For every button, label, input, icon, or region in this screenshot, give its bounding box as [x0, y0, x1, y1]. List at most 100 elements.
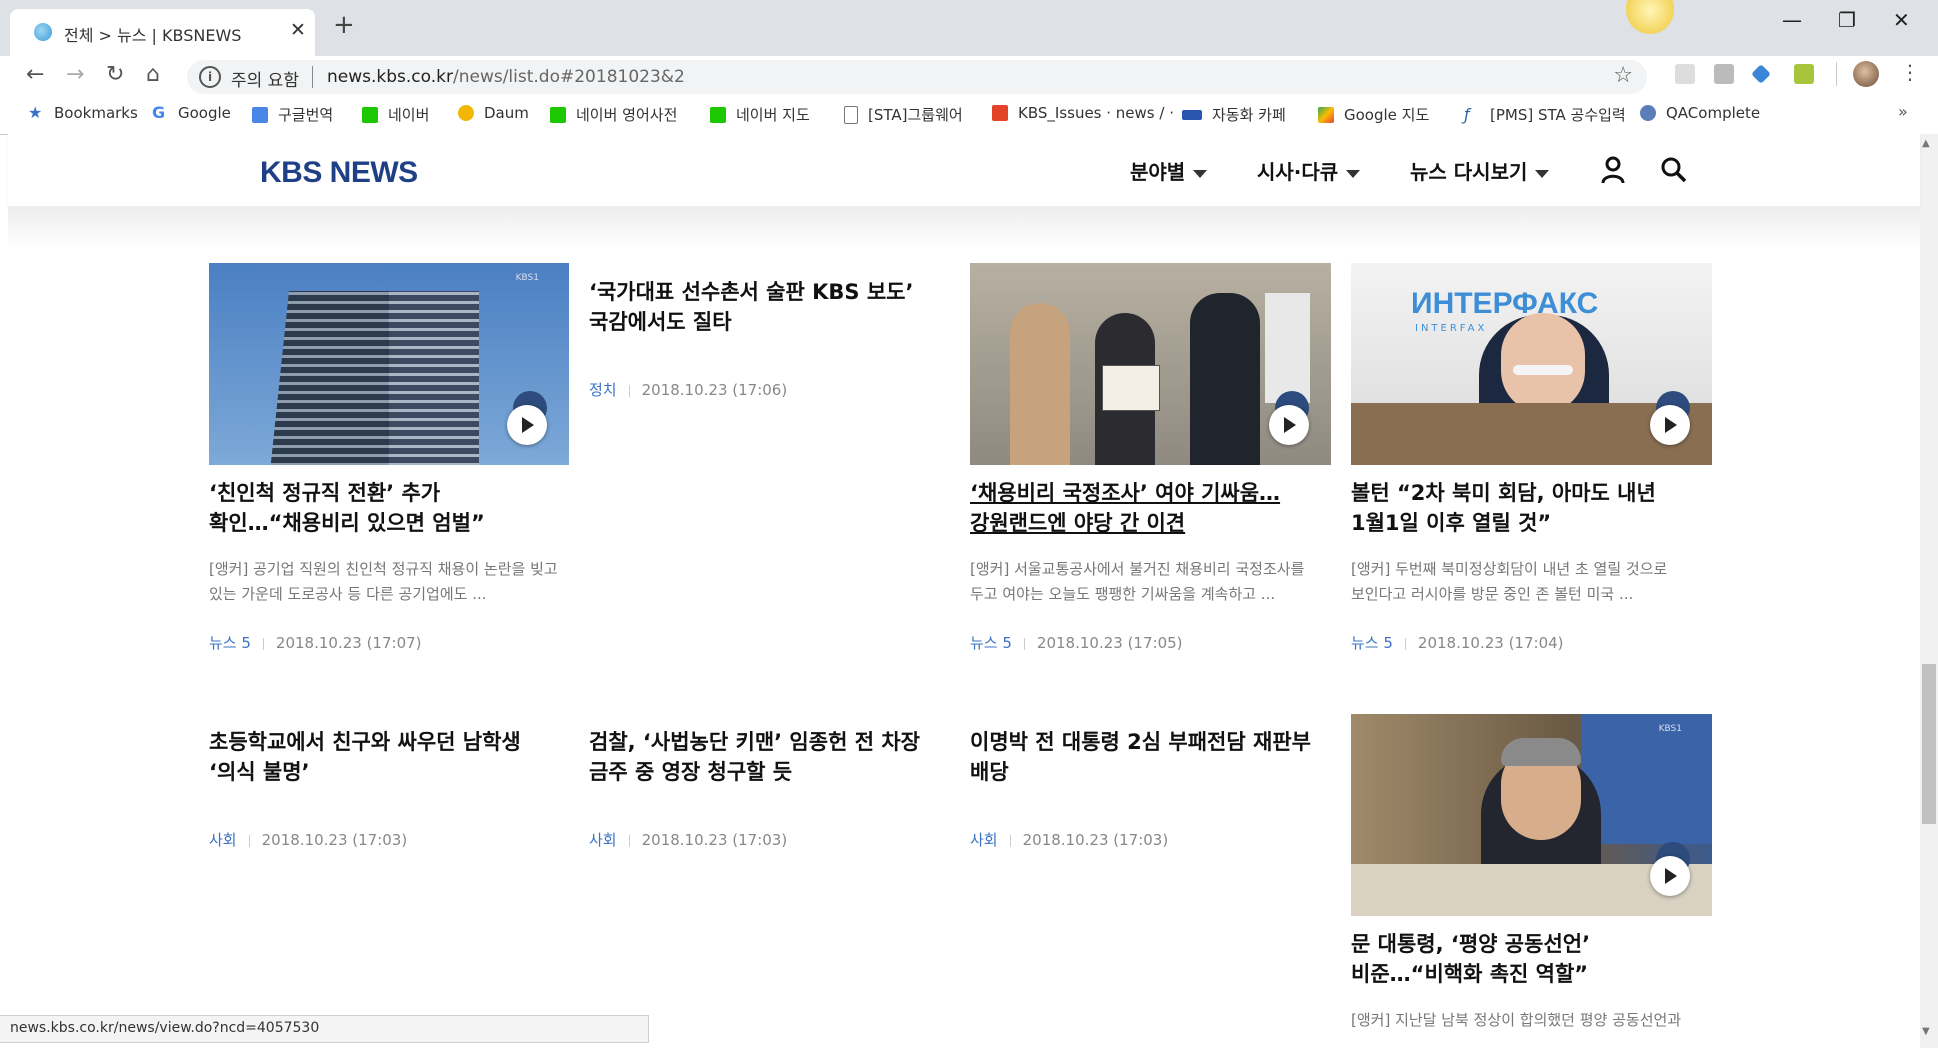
play-icon[interactable] — [1269, 405, 1309, 445]
article-headline[interactable]: ‘친인척 정규직 전환’ 추가 확인…“채용비리 있으면 엄벌” — [209, 478, 569, 538]
article-category[interactable]: 정치 — [589, 381, 617, 399]
address-separator — [312, 66, 313, 88]
gitlab-icon — [992, 105, 1008, 121]
article-category[interactable]: 사회 — [209, 831, 237, 849]
scrollbar-thumb[interactable] — [1922, 664, 1936, 824]
bookmark-item[interactable]: 구글번역 — [252, 104, 333, 125]
menu-dots-icon[interactable]: ⋮ — [1900, 60, 1920, 84]
new-tab-button[interactable]: + — [333, 10, 355, 40]
meta-divider — [628, 834, 630, 847]
bookmark-label: 자동화 카페 — [1212, 106, 1286, 124]
more-bookmarks-icon[interactable]: » — [1898, 102, 1908, 121]
restore-button[interactable]: ❐ — [1838, 8, 1856, 32]
article-headline[interactable]: ‘국가대표 선수촌서 술판 KBS 보도’ 국감에서도 질타 — [589, 277, 949, 337]
menu-current-affairs[interactable]: 시사·다큐 — [1257, 156, 1361, 185]
extension-mail-icon[interactable] — [1675, 64, 1695, 84]
scroll-up-icon[interactable]: ▲ — [1922, 138, 1930, 149]
address-bar[interactable]: i 주의 요함 news.kbs.co.kr/news/list.do#2018… — [187, 60, 1647, 94]
extension-ex-icon[interactable] — [1714, 64, 1734, 84]
bookmark-label: Daum — [484, 104, 529, 122]
article-headline[interactable]: 초등학교에서 친구와 싸우던 남학생 ‘의식 불명’ — [209, 727, 569, 787]
minimize-button[interactable]: — — [1782, 8, 1802, 32]
scroll-down-icon[interactable]: ▼ — [1922, 1026, 1930, 1037]
article-thumbnail[interactable]: ИНТЕРФАКС INTERFAX — [1351, 263, 1712, 465]
extension-green-icon[interactable] — [1794, 64, 1814, 84]
headline-line: ‘친인척 정규직 전환’ 추가 — [209, 481, 441, 505]
bookmark-item[interactable]: 자동화 카페 — [1182, 104, 1286, 125]
article-thumbnail[interactable]: KBS1 — [209, 263, 569, 465]
article-summary[interactable]: [앵커] 공기업 직원의 친인척 정규직 채용이 논란을 빚고 있는 가운데 도로… — [209, 557, 574, 607]
browser-tab[interactable]: 전체 > 뉴스 | KBSNEWS ✕ — [10, 9, 315, 56]
bookmark-item[interactable]: Daum — [458, 104, 529, 122]
bookmark-label: [STA]그룹웨어 — [868, 106, 963, 124]
article-category[interactable]: 사회 — [970, 831, 998, 849]
headline-line: 강원랜드엔 야당 간 이견 — [970, 511, 1186, 535]
bookmark-item[interactable]: ★ Bookmarks — [28, 104, 138, 122]
page-scrollbar[interactable] — [1920, 134, 1938, 1048]
summary-line: [앵커] 지난달 남북 정상이 합의했던 평양 공동선언과 — [1351, 1011, 1682, 1029]
close-window-button[interactable]: ✕ — [1893, 8, 1910, 32]
article-meta: 사회 2018.10.23 (17:03) — [970, 829, 1168, 850]
bookmark-item[interactable]: 네이버 영어사전 — [550, 104, 677, 125]
dictionary-icon — [550, 106, 566, 123]
bookmark-item[interactable]: KBS_Issues · news / · — [992, 104, 1174, 122]
reload-icon[interactable]: ↻ — [106, 62, 124, 87]
article-date: 2018.10.23 (17:03) — [261, 831, 408, 849]
headline-line: ‘의식 불명’ — [209, 760, 310, 784]
bookmark-item[interactable]: 네이버 — [362, 104, 429, 125]
article-headline[interactable]: 문 대통령, ‘평양 공동선언’ 비준…“비핵화 촉진 역할” — [1351, 929, 1711, 989]
article-headline[interactable]: 이명박 전 대통령 2심 부패전담 재판부 배당 — [970, 727, 1330, 787]
summary-line: 보인다고 러시아를 방문 중인 존 볼턴 미국 ... — [1351, 585, 1634, 603]
person-image — [1190, 293, 1260, 465]
article-date: 2018.10.23 (17:03) — [641, 831, 788, 849]
home-icon[interactable]: ⌂ — [146, 62, 160, 87]
summary-line: [앵커] 공기업 직원의 친인척 정규직 채용이 논란을 빚고 — [209, 560, 558, 578]
summary-line: [앵커] 두번째 북미정상회담이 내년 초 열릴 것으로 — [1351, 560, 1668, 578]
article-thumbnail[interactable] — [970, 263, 1331, 465]
bookmark-item[interactable]: 네이버 지도 — [710, 104, 810, 125]
article-headline[interactable]: ‘채용비리 국정조사’ 여야 기싸움… 강원랜드엔 야당 간 이견 — [970, 478, 1330, 538]
article-headline[interactable]: 검찰, ‘사법농단 키맨’ 임종헌 전 차장 금주 중 영장 청구할 듯 — [589, 727, 949, 787]
article-summary[interactable]: [앵커] 서울교통공사에서 불거진 채용비리 국정조사를 두고 여야는 오늘도 팽… — [970, 557, 1335, 607]
bookmark-label: Bookmarks — [54, 104, 138, 122]
article-thumbnail[interactable]: KBS1 — [1351, 714, 1712, 916]
article-category[interactable]: 뉴스 5 — [970, 634, 1012, 652]
play-icon[interactable] — [1650, 856, 1690, 896]
play-icon[interactable] — [1650, 405, 1690, 445]
menu-category[interactable]: 분야별 — [1130, 156, 1208, 185]
search-icon[interactable] — [1660, 156, 1688, 188]
article-category[interactable]: 뉴스 5 — [209, 634, 251, 652]
info-icon[interactable]: i — [199, 66, 221, 88]
cafe-icon — [1182, 109, 1202, 120]
profile-avatar[interactable] — [1853, 61, 1879, 87]
mustache — [1513, 365, 1573, 375]
article-category[interactable]: 뉴스 5 — [1351, 634, 1393, 652]
qacomplete-icon — [1640, 105, 1656, 121]
menu-replay[interactable]: 뉴스 다시보기 — [1410, 156, 1550, 185]
article-date: 2018.10.23 (17:06) — [641, 381, 788, 399]
close-tab-icon[interactable]: ✕ — [290, 19, 306, 41]
bookmark-item[interactable]: G Google — [152, 104, 231, 122]
url-text: news.kbs.co.kr/news/list.do#20181023&2 — [327, 67, 685, 87]
play-icon[interactable] — [507, 405, 547, 445]
kbs-news-logo[interactable]: KBS NEWS — [260, 156, 418, 190]
article-summary[interactable]: [앵커] 두번째 북미정상회담이 내년 초 열릴 것으로보인다고 러시아를 방문… — [1351, 557, 1716, 607]
url-domain: news.kbs.co.kr — [327, 67, 453, 87]
person-face — [1501, 313, 1585, 413]
back-arrow-icon[interactable]: ← — [26, 62, 44, 87]
bookmark-item[interactable]: QAComplete — [1640, 104, 1760, 122]
headline-line: 초등학교에서 친구와 싸우던 남학생 — [209, 730, 521, 754]
bookmark-item[interactable]: [STA]그룹웨어 — [844, 104, 963, 125]
article-category[interactable]: 사회 — [589, 831, 617, 849]
article-headline[interactable]: 볼턴 “2차 북미 회담, 아마도 내년 1월1일 이후 열릴 것” — [1351, 478, 1711, 538]
headline-line: ‘채용비리 국정조사’ 여야 기싸움… — [970, 481, 1281, 505]
bookmark-label: 네이버 영어사전 — [576, 106, 678, 124]
headline-line: 금주 중 영장 청구할 듯 — [589, 760, 793, 784]
caret-down-icon — [1346, 169, 1361, 178]
bookmark-item[interactable]: ƒ [PMS] STA 공수입력 — [1464, 104, 1626, 125]
user-icon[interactable] — [1600, 156, 1626, 188]
bookmark-star-icon[interactable]: ☆ — [1613, 63, 1633, 88]
article-summary[interactable]: [앵커] 지난달 남북 정상이 합의했던 평양 공동선언과 — [1351, 1008, 1716, 1033]
forward-arrow-icon[interactable]: → — [66, 62, 84, 87]
bookmark-item[interactable]: Google 지도 — [1318, 104, 1429, 125]
